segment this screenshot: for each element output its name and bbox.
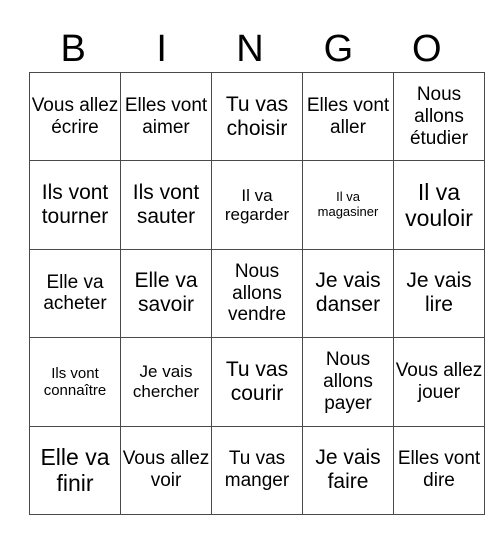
bingo-cell[interactable]: Elles vont aller [302,71,394,162]
bingo-cell[interactable]: Elle va savoir [120,248,212,339]
bingo-cell[interactable]: Tu vas choisir [211,71,303,162]
bingo-cell[interactable]: Je vais danser [302,248,394,339]
bingo-cell[interactable]: Ils vont connaître [29,337,121,427]
bingo-row: Elle va acheter Elle va savoir Nous allo… [29,248,485,339]
bingo-cell[interactable]: Elle va finir [29,425,121,516]
bingo-cell[interactable]: Je vais faire [302,425,394,516]
bingo-cell[interactable]: Tu vas courir [211,337,303,427]
bingo-cell[interactable]: Elles vont aimer [120,71,212,162]
bingo-cell[interactable]: Nous allons vendre [211,248,303,339]
bingo-cell[interactable]: Ils vont tourner [29,160,121,250]
header-letter-g: G [323,28,354,70]
header-letter-n: N [236,28,264,70]
bingo-cell[interactable]: Je vais lire [393,248,485,339]
bingo-cell[interactable]: Elles vont dire [393,425,485,516]
bingo-cell[interactable]: Vous allez voir [120,425,212,516]
bingo-cell[interactable]: Il va vouloir [393,160,485,250]
bingo-cell[interactable]: Ils vont sauter [120,160,212,250]
bingo-cell[interactable]: Vous allez écrire [29,71,121,162]
bingo-cell[interactable]: Vous allez jouer [393,337,485,427]
header-letter-o: O [412,28,442,70]
bingo-cell[interactable]: Il va magasiner [302,160,394,250]
header-letter-i: I [156,28,167,70]
bingo-cell[interactable]: Je vais chercher [120,337,212,427]
bingo-cell[interactable]: Nous allons étudier [393,71,485,162]
header-letter-b: B [60,28,86,70]
bingo-cell[interactable]: Il va regarder [211,160,303,250]
bingo-cell[interactable]: Tu vas manger [211,425,303,516]
bingo-row: Ils vont tourner Ils vont sauter Il va r… [29,160,485,250]
bingo-cell[interactable]: Nous allons payer [302,337,394,427]
bingo-row: Vous allez écrire Elles vont aimer Tu va… [29,71,485,162]
bingo-cell[interactable]: Elle va acheter [29,248,121,339]
bingo-row: Elle va finir Vous allez voir Tu vas man… [29,425,485,516]
bingo-row: Ils vont connaître Je vais chercher Tu v… [29,337,485,427]
bingo-header: B I N G O [29,26,471,72]
bingo-card-grid: Vous allez écrire Elles vont aimer Tu va… [29,71,485,516]
